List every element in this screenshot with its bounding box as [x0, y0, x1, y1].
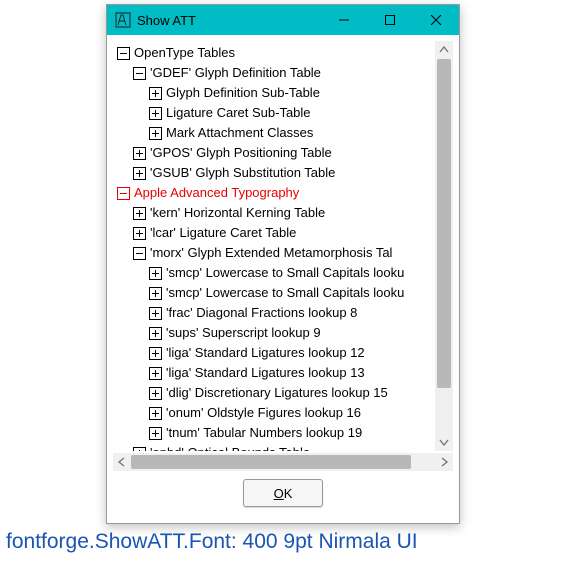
tree-label[interactable]: OpenType Tables [134, 43, 235, 63]
scroll-down-icon[interactable] [435, 433, 453, 451]
tree-label[interactable]: 'smcp' Lowercase to Small Capitals looku [166, 263, 404, 283]
tree-row[interactable]: 'tnum' Tabular Numbers lookup 19 [117, 423, 435, 443]
vscroll-track[interactable] [437, 59, 451, 433]
tree-label[interactable]: 'liga' Standard Ligatures lookup 12 [166, 343, 365, 363]
expand-icon[interactable] [149, 287, 162, 300]
tree-row[interactable]: Glyph Definition Sub-Table [117, 83, 435, 103]
button-row: OK [113, 471, 453, 517]
vscroll-thumb[interactable] [437, 59, 451, 388]
expand-icon[interactable] [133, 207, 146, 220]
ok-button[interactable]: OK [243, 479, 323, 507]
hscroll-thumb[interactable] [131, 455, 411, 469]
expand-icon[interactable] [133, 147, 146, 160]
expand-icon[interactable] [133, 167, 146, 180]
tree-label[interactable]: 'GSUB' Glyph Substitution Table [150, 163, 335, 183]
tree-row[interactable]: 'onum' Oldstyle Figures lookup 16 [117, 403, 435, 423]
tree-row[interactable]: 'liga' Standard Ligatures lookup 12 [117, 343, 435, 363]
scroll-left-icon[interactable] [113, 453, 131, 471]
tree-row[interactable]: 'kern' Horizontal Kerning Table [117, 203, 435, 223]
tree-label[interactable]: 'lcar' Ligature Caret Table [150, 223, 296, 243]
expand-icon[interactable] [149, 387, 162, 400]
tree-row[interactable]: Apple Advanced Typography [117, 183, 435, 203]
scroll-up-icon[interactable] [435, 41, 453, 59]
expand-icon[interactable] [149, 87, 162, 100]
tree-label[interactable]: Glyph Definition Sub-Table [166, 83, 320, 103]
tree-label[interactable]: 'frac' Diagonal Fractions lookup 8 [166, 303, 357, 323]
window-title: Show ATT [137, 13, 196, 28]
expand-icon[interactable] [133, 227, 146, 240]
expand-icon[interactable] [149, 107, 162, 120]
expand-icon[interactable] [149, 407, 162, 420]
tree-row[interactable]: OpenType Tables [117, 43, 435, 63]
expand-icon[interactable] [149, 127, 162, 140]
expand-icon[interactable] [149, 367, 162, 380]
titlebar[interactable]: Show ATT [107, 5, 459, 35]
tree-row[interactable]: 'GDEF' Glyph Definition Table [117, 63, 435, 83]
tree-row[interactable]: 'GPOS' Glyph Positioning Table [117, 143, 435, 163]
collapse-icon[interactable] [133, 67, 146, 80]
tree-label[interactable]: Apple Advanced Typography [134, 183, 299, 203]
vertical-scrollbar[interactable] [435, 41, 453, 451]
tree-label[interactable]: 'onum' Oldstyle Figures lookup 16 [166, 403, 361, 423]
tree-row[interactable]: 'dlig' Discretionary Ligatures lookup 15 [117, 383, 435, 403]
expand-icon[interactable] [149, 427, 162, 440]
tree-row[interactable]: 'GSUB' Glyph Substitution Table [117, 163, 435, 183]
tree-row[interactable]: 'liga' Standard Ligatures lookup 13 [117, 363, 435, 383]
tree-label[interactable]: 'smcp' Lowercase to Small Capitals looku [166, 283, 404, 303]
tree-row[interactable]: 'opbd' Optical Bounds Table [117, 443, 435, 451]
tree-label[interactable]: 'tnum' Tabular Numbers lookup 19 [166, 423, 362, 443]
tree-row[interactable]: 'smcp' Lowercase to Small Capitals looku [117, 263, 435, 283]
tree-view[interactable]: OpenType Tables'GDEF' Glyph Definition T… [113, 41, 435, 451]
tree-row[interactable]: Ligature Caret Sub-Table [117, 103, 435, 123]
collapse-icon[interactable] [117, 47, 130, 60]
expand-icon[interactable] [149, 327, 162, 340]
tree-label[interactable]: Mark Attachment Classes [166, 123, 313, 143]
tree-label[interactable]: 'dlig' Discretionary Ligatures lookup 15 [166, 383, 388, 403]
tree-label[interactable]: 'liga' Standard Ligatures lookup 13 [166, 363, 365, 383]
caption-text: fontforge.ShowATT.Font: 400 9pt Nirmala … [6, 530, 418, 554]
collapse-icon[interactable] [133, 247, 146, 260]
tree-row[interactable]: 'frac' Diagonal Fractions lookup 8 [117, 303, 435, 323]
tree-row[interactable]: 'smcp' Lowercase to Small Capitals looku [117, 283, 435, 303]
maximize-button[interactable] [367, 5, 413, 35]
horizontal-scrollbar[interactable] [113, 453, 453, 471]
window: Show ATT OpenType Tables'GDEF' Glyph Def… [106, 4, 460, 524]
tree-row[interactable]: Mark Attachment Classes [117, 123, 435, 143]
tree-row[interactable]: 'morx' Glyph Extended Metamorphosis Tal [117, 243, 435, 263]
tree-label[interactable]: 'GDEF' Glyph Definition Table [150, 63, 321, 83]
app-icon [115, 12, 131, 28]
tree-label[interactable]: 'opbd' Optical Bounds Table [150, 443, 310, 451]
scroll-right-icon[interactable] [435, 453, 453, 471]
tree-row[interactable]: 'lcar' Ligature Caret Table [117, 223, 435, 243]
hscroll-track[interactable] [131, 455, 435, 469]
tree-label[interactable]: 'kern' Horizontal Kerning Table [150, 203, 325, 223]
collapse-icon[interactable] [117, 187, 130, 200]
expand-icon[interactable] [149, 347, 162, 360]
tree-label[interactable]: 'sups' Superscript lookup 9 [166, 323, 321, 343]
client-area: OpenType Tables'GDEF' Glyph Definition T… [107, 35, 459, 523]
tree-label[interactable]: 'morx' Glyph Extended Metamorphosis Tal [150, 243, 392, 263]
expand-icon[interactable] [149, 307, 162, 320]
minimize-button[interactable] [321, 5, 367, 35]
tree-label[interactable]: 'GPOS' Glyph Positioning Table [150, 143, 332, 163]
expand-icon[interactable] [133, 447, 146, 452]
tree-label[interactable]: Ligature Caret Sub-Table [166, 103, 311, 123]
ok-rest: K [284, 486, 293, 501]
tree-container: OpenType Tables'GDEF' Glyph Definition T… [113, 41, 453, 451]
expand-icon[interactable] [149, 267, 162, 280]
tree-row[interactable]: 'sups' Superscript lookup 9 [117, 323, 435, 343]
close-button[interactable] [413, 5, 459, 35]
ok-accel: O [274, 486, 284, 501]
